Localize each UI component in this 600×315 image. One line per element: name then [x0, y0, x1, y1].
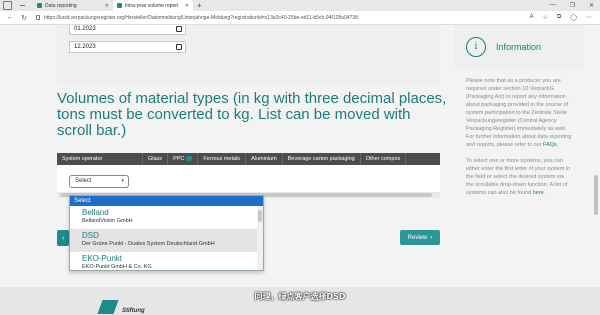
system-operator-dropdown: Select Belland BellandVision GmbH DSD De… — [69, 195, 264, 271]
table-header-row: System operator Glass PPC Ferrous metals… — [57, 153, 440, 165]
window-controls: — ❐ ✕ — [550, 2, 600, 9]
option-company: EKO-Punkt GmbH & Co. KG — [82, 264, 152, 270]
close-window-button[interactable]: ✕ — [589, 2, 594, 9]
video-subtitle: 同理，绿点客户选择DSD — [254, 292, 346, 301]
dropdown-option-belland[interactable]: Belland BellandVision GmbH — [70, 206, 263, 229]
system-operator-select[interactable]: Select ▾ — [69, 175, 129, 188]
page-scrollbar[interactable] — [592, 25, 600, 285]
info-paragraph: To select one or more systems, you can e… — [466, 158, 571, 196]
col-ppc-label: PPC — [173, 156, 185, 162]
dropdown-scrollbar[interactable] — [257, 206, 263, 270]
reporting-period: 01.2023 12.2023 — [69, 25, 187, 93]
collections-icon[interactable]: ⧉ — [557, 14, 561, 21]
col-other-composites: Other compos — [361, 153, 407, 165]
col-glass: Glass — [143, 153, 169, 165]
systems-list-link[interactable]: here — [533, 190, 544, 196]
option-name: DSD — [82, 231, 99, 240]
information-sidebar: i Information Please note that as a prod… — [454, 25, 584, 285]
select-value: Select — [75, 178, 92, 184]
minimize-button[interactable]: — — [550, 2, 556, 9]
calendar-icon[interactable] — [176, 26, 182, 32]
site-favicon-icon — [37, 3, 42, 8]
more-menu-icon[interactable]: ⋯ — [586, 14, 592, 21]
info-body: Please note that as a producer you are r… — [454, 69, 584, 197]
tab-label: Data reporting — [45, 2, 77, 9]
dropdown-option-dsd[interactable]: DSD Der Grüne Punkt - Duales System Deut… — [70, 229, 263, 252]
new-tab-button[interactable]: + — [197, 1, 202, 10]
option-company: BellandVision GmbH — [82, 218, 133, 224]
period-to-value: 12.2023 — [74, 44, 96, 50]
info-icon: i — [466, 37, 486, 57]
info-paragraph: Please note that as a producer you are r… — [466, 78, 572, 148]
option-name: EKO-Punkt — [82, 254, 123, 263]
favorite-star-icon[interactable]: ☆ — [543, 14, 548, 21]
option-name: Belland — [82, 208, 109, 217]
col-ferrous-metals: Ferrous metals — [198, 153, 247, 165]
period-from-field[interactable]: 01.2023 — [69, 25, 186, 35]
section-heading: Volumes of material types (in kg with th… — [57, 90, 447, 139]
profile-icon[interactable]: ◯ — [570, 14, 577, 21]
col-beverage-carton: Beverage carton packaging — [283, 153, 361, 165]
option-company: Der Grüne Punkt - Duales System Deutschl… — [82, 241, 215, 247]
footer-logo-text: Stiftung — [122, 308, 145, 314]
tab-actions-icon[interactable] — [3, 1, 12, 10]
url-field[interactable]: https://lucid.verpackungsregister.org/He… — [36, 13, 466, 23]
vertical-tabs-icon[interactable] — [20, 5, 25, 6]
review-button[interactable]: Review › — [400, 230, 440, 245]
close-tab-icon[interactable]: ✕ — [105, 3, 109, 9]
info-text: To select one or more systems, you can e… — [466, 158, 571, 196]
lock-icon — [36, 15, 40, 20]
address-bar-row: ← ↻ https://lucid.verpackungsregister.or… — [0, 11, 600, 25]
close-tab-icon[interactable]: ✕ — [185, 3, 189, 9]
calendar-icon[interactable] — [176, 44, 182, 50]
col-ppc: PPC — [168, 153, 199, 165]
review-label: Review — [407, 234, 428, 241]
period-to-field[interactable]: 12.2023 — [69, 41, 186, 53]
back-icon[interactable]: ← — [6, 14, 14, 21]
read-aloud-icon[interactable]: A — [530, 14, 534, 21]
page-content: 01.2023 12.2023 Volumes of material type… — [0, 25, 600, 315]
col-aluminium: Aluminium — [246, 153, 283, 165]
browser-toolbar: A ☆ ⧉ ◯ ⋯ — [530, 14, 600, 21]
browser-tab-bar: Data reporting ✕ Intra-year volume repor… — [0, 0, 600, 11]
faqs-link[interactable]: FAQs — [543, 142, 557, 148]
maximize-button[interactable]: ❐ — [570, 2, 575, 9]
info-title: Information — [496, 42, 542, 52]
tab-label: Intra-year volume report — [125, 2, 179, 9]
scrollbar-thumb[interactable] — [258, 210, 262, 222]
ppc-info-icon[interactable] — [186, 156, 193, 162]
info-header: i Information — [454, 25, 584, 69]
dropdown-option-select[interactable]: Select — [70, 196, 263, 206]
dropdown-option-eko-punkt[interactable]: EKO-Punkt EKO-Punkt GmbH & Co. KG — [70, 252, 263, 270]
scrollbar-thumb[interactable] — [594, 175, 598, 215]
chevron-down-icon: ▾ — [121, 178, 124, 184]
col-system-operator: System operator — [57, 153, 143, 165]
back-button[interactable]: ‹ — [57, 230, 69, 246]
site-favicon-icon — [117, 3, 122, 8]
url-text: https://lucid.verpackungsregister.org/He… — [44, 14, 358, 21]
tab-data-reporting[interactable]: Data reporting ✕ — [33, 0, 113, 11]
main-column: 01.2023 12.2023 Volumes of material type… — [57, 25, 446, 285]
refresh-icon[interactable]: ↻ — [20, 14, 28, 22]
chevron-right-icon: › — [430, 234, 433, 241]
period-from-value: 01.2023 — [74, 26, 96, 32]
tab-intra-year-volume-report[interactable]: Intra-year volume report ✕ — [113, 0, 193, 11]
info-text: Please note that as a producer you are r… — [466, 78, 572, 148]
